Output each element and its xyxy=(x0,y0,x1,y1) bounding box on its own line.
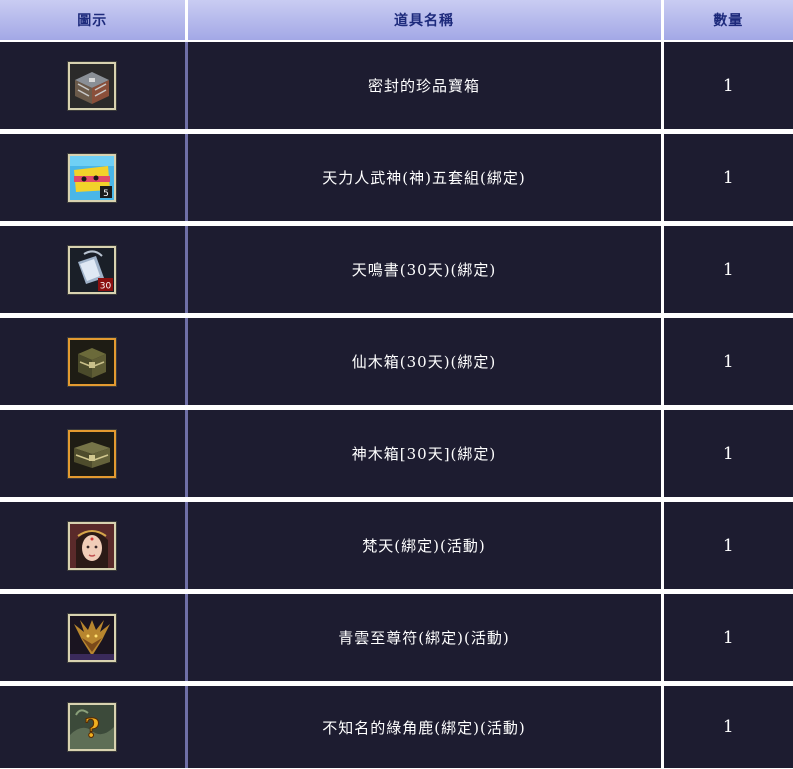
wooden-chest-icon xyxy=(68,337,117,386)
female-portrait-icon xyxy=(68,521,117,570)
header-item-name: 道具名稱 xyxy=(184,0,662,42)
item-quantity: 1 xyxy=(660,499,793,594)
icon-badge: 30 xyxy=(100,281,112,291)
table-row: 30 天鳴書(30天)(綁定) 1 xyxy=(0,223,793,318)
table-row: ? 不知名的綠角鹿(綁定)(活動) 1 xyxy=(0,683,793,768)
unknown-mount-icon: ? xyxy=(68,703,117,751)
item-name: 青雲至尊符(綁定)(活動) xyxy=(186,591,662,686)
header-row: 圖示 道具名稱 數量 xyxy=(0,0,793,42)
header-icon: 圖示 xyxy=(0,0,186,42)
svg-text:?: ? xyxy=(85,714,100,744)
table-row: 5 天力人武神(神)五套組(綁定) 1 xyxy=(0,131,793,226)
table-row: 青雲至尊符(綁定)(活動) 1 xyxy=(0,591,793,686)
table-row: 密封的珍品寶箱 1 xyxy=(0,41,793,134)
item-quantity: 1 xyxy=(660,407,793,502)
item-quantity: 1 xyxy=(660,223,793,318)
table-row: 梵天(綁定)(活動) 1 xyxy=(0,499,793,594)
item-quantity: 1 xyxy=(660,131,793,226)
item-name: 密封的珍品寶箱 xyxy=(186,41,662,134)
gift-box-set-icon: 5 xyxy=(68,153,117,202)
item-quantity: 1 xyxy=(660,315,793,410)
item-quantity: 1 xyxy=(660,683,793,768)
items-table: 圖示 道具名稱 數量 密封的珍品寶箱 1 5 天力人武神(神)五套組(綁定) 1… xyxy=(0,0,793,768)
dragon-talisman-icon xyxy=(68,613,117,662)
divine-wooden-chest-icon xyxy=(68,429,117,478)
item-name: 神木箱[30天](綁定) xyxy=(186,407,662,502)
item-quantity: 1 xyxy=(660,591,793,686)
item-name: 不知名的綠角鹿(綁定)(活動) xyxy=(186,683,662,768)
item-name: 仙木箱(30天)(綁定) xyxy=(186,315,662,410)
item-name: 天鳴書(30天)(綁定) xyxy=(186,223,662,318)
icon-badge: 5 xyxy=(103,189,109,199)
skill-book-icon: 30 xyxy=(68,245,117,294)
table-row: 神木箱[30天](綁定) 1 xyxy=(0,407,793,502)
table-row: 仙木箱(30天)(綁定) 1 xyxy=(0,315,793,410)
header-quantity: 數量 xyxy=(660,0,793,42)
item-name: 梵天(綁定)(活動) xyxy=(186,499,662,594)
item-name: 天力人武神(神)五套組(綁定) xyxy=(186,131,662,226)
item-quantity: 1 xyxy=(660,41,793,134)
sealed-treasure-chest-icon xyxy=(68,61,117,110)
